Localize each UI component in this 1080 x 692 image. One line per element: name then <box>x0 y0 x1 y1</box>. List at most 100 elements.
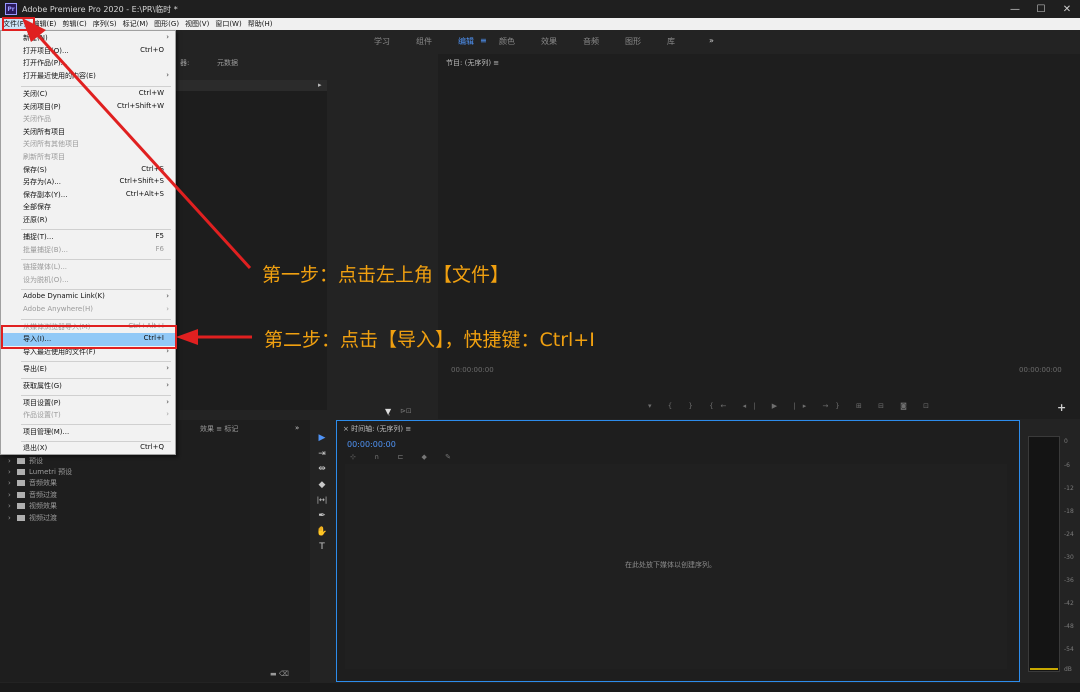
razor-tool-icon[interactable]: ◆ <box>316 479 328 491</box>
status-bar <box>0 683 1080 692</box>
program-timecode-left[interactable]: 00:00:00:00 <box>451 366 494 374</box>
annotation-step1-text: 第一步：点击左上角【文件】 <box>262 264 510 286</box>
effects-folder-video-transitions[interactable]: › 视频过渡 <box>8 513 57 523</box>
menu-graphics[interactable]: 图形(G) <box>151 18 182 30</box>
menu-separator <box>21 319 171 320</box>
workspace-tab-editing[interactable]: 编辑 <box>458 36 474 47</box>
menu-bar: 文件(F) 编辑(E) 剪辑(C) 序列(S) 标记(M) 图形(G) 视图(V… <box>0 18 1080 30</box>
source-list-area <box>170 80 327 410</box>
menu-item-get-properties[interactable]: 获取属性(G) › <box>1 380 175 393</box>
meter-tick: -54 <box>1064 646 1074 653</box>
menu-item-open-recent[interactable]: 打开最近使用的内容(E) › <box>1 70 175 83</box>
ripple-edit-tool-icon[interactable]: ⇹ <box>316 463 328 475</box>
effects-panel-tabs[interactable]: 效果 ≡ 标记 <box>200 424 238 434</box>
track-select-tool-icon[interactable]: ⇥ <box>316 448 328 460</box>
menu-separator <box>21 289 171 290</box>
workspace-tab-graphics[interactable]: 图形 <box>625 36 641 47</box>
selection-tool-icon[interactable]: ▶ <box>316 432 328 444</box>
menu-item-capture[interactable]: 捕捉(T)... F5 <box>1 231 175 244</box>
workspace-tab-learn[interactable]: 学习 <box>374 36 390 47</box>
menu-item-export[interactable]: 导出(E) › <box>1 363 175 376</box>
menu-item-close-production: 关闭作品 <box>23 115 51 123</box>
workspace-tab-effects[interactable]: 效果 <box>541 36 557 47</box>
menu-item-revert[interactable]: 还原(R) <box>1 214 175 227</box>
workspace-tab-color[interactable]: 颜色 <box>499 36 515 47</box>
new-bin-icon[interactable]: ▬ ⌫ <box>270 670 289 678</box>
menu-item-open-production[interactable]: 打开作品(P)... <box>1 57 175 70</box>
menu-separator <box>21 424 171 425</box>
effects-panel <box>0 420 310 682</box>
menu-item-link-media: 链接媒体(L)... <box>23 263 68 271</box>
workspace-tab-audio[interactable]: 音频 <box>583 36 599 47</box>
effects-folder-audio-transitions[interactable]: › 音频过渡 <box>8 490 57 500</box>
close-button[interactable]: ✕ <box>1054 0 1080 18</box>
menu-item-close[interactable]: 关闭(C) Ctrl+W <box>1 88 175 101</box>
menu-sequence[interactable]: 序列(S) <box>90 18 120 30</box>
premiere-logo-icon: Pr <box>5 3 17 15</box>
program-timecode-right: 00:00:00:00 <box>1019 366 1062 374</box>
effects-folder-audio-effects[interactable]: › 音频效果 <box>8 478 57 488</box>
transport-controls[interactable]: ▾ { } {← ◂| ▶ |▸ →} ⊞ ⊟ ◙ ⊡ <box>648 402 936 410</box>
menu-separator <box>21 378 171 379</box>
menu-help[interactable]: 帮助(H) <box>245 18 276 30</box>
menu-item-batch-capture: 批量捕捉(B)... F6 <box>23 245 164 254</box>
meter-tick: -18 <box>1064 508 1074 515</box>
menu-separator <box>21 361 171 362</box>
menu-item-make-offline: 设为脱机(O)... <box>23 276 69 284</box>
annotation-step2-text: 第二步：点击【导入】，快捷键：Ctrl+I <box>264 329 595 351</box>
menu-view[interactable]: 视图(V) <box>182 18 212 30</box>
menu-clip[interactable]: 剪辑(C) <box>59 18 89 30</box>
program-monitor-title[interactable]: 节目: (无序列) ≡ <box>446 58 499 68</box>
menu-markers[interactable]: 标记(M) <box>120 18 152 30</box>
annotation-highlight-import <box>1 325 177 349</box>
effects-folder-presets[interactable]: › 预设 <box>8 456 43 466</box>
folder-icon <box>17 503 26 509</box>
effects-folder-lumetri[interactable]: › Lumetri 预设 <box>8 467 72 477</box>
menu-window[interactable]: 窗口(W) <box>212 18 244 30</box>
meter-tick: -30 <box>1064 554 1074 561</box>
workspace-tab-assembly[interactable]: 组件 <box>416 36 432 47</box>
chevron-right-icon[interactable]: ▸ <box>318 81 322 89</box>
filter-icon[interactable]: ▼̣ <box>385 407 391 416</box>
pen-tool-icon[interactable]: ✒ <box>316 510 328 522</box>
folder-icon <box>17 492 26 498</box>
settings-icon[interactable]: ⊳⊡ <box>400 407 412 415</box>
menu-item-close-other-projects: 关闭所有其他项目 <box>23 140 79 148</box>
type-tool-icon[interactable]: T <box>316 541 328 553</box>
menu-item-project-manager[interactable]: 项目管理(M)... <box>1 426 175 439</box>
add-button[interactable]: + <box>1057 401 1066 414</box>
premiere-window: Pr Adobe Premiere Pro 2020 - E:\PR\临时 * … <box>0 0 1080 692</box>
slip-tool-icon[interactable]: |↔| <box>316 494 328 506</box>
hand-tool-icon[interactable]: ✋ <box>316 526 328 538</box>
menu-item-new[interactable]: 新建(N) › <box>1 32 175 45</box>
meter-tick: -36 <box>1064 577 1074 584</box>
menu-separator <box>21 86 171 87</box>
meter-tick: -24 <box>1064 531 1074 538</box>
audio-meter-level <box>1030 668 1058 670</box>
menu-item-save-as[interactable]: 另存为(A)... Ctrl+Shift+S <box>1 176 175 189</box>
workspace-more-icon[interactable]: » <box>709 36 714 45</box>
timeline-drop-hint: 在此处放下媒体以创建序列。 <box>625 561 716 569</box>
folder-icon <box>17 480 26 486</box>
menu-item-anywhere: Adobe Anywhere(H) › <box>23 305 169 313</box>
workspace-menu-icon[interactable]: ≡ <box>480 36 487 45</box>
menu-item-production-settings: 作品设置(T) › <box>23 410 169 419</box>
menu-item-exit[interactable]: 退出(X) Ctrl+Q <box>1 442 175 455</box>
meter-tick: -12 <box>1064 485 1074 492</box>
timeline-timecode[interactable]: 00:00:00:00 <box>347 440 396 449</box>
menu-item-save-all[interactable]: 全部保存 <box>1 201 175 214</box>
program-monitor <box>438 54 1080 419</box>
meter-tick: -48 <box>1064 623 1074 630</box>
panel-tab-source[interactable]: 器: <box>180 58 189 68</box>
panel-more-icon[interactable]: » <box>295 424 299 432</box>
source-list-header <box>170 80 327 91</box>
workspace-tab-libraries[interactable]: 库 <box>667 36 675 47</box>
menu-item-dynamic-link[interactable]: Adobe Dynamic Link(K) › <box>1 291 175 304</box>
panel-tab-metadata[interactable]: 元数据 <box>217 58 238 68</box>
minimize-button[interactable]: — <box>1002 0 1028 18</box>
timeline-title[interactable]: × 时间轴: (无序列) ≡ <box>343 424 411 434</box>
timeline-toolbar[interactable]: ⊹ ∩ ⊏ ◆ ✎ <box>350 453 459 461</box>
effects-folder-video-effects[interactable]: › 视频效果 <box>8 501 57 511</box>
maximize-button[interactable]: ☐ <box>1028 0 1054 18</box>
file-menu-dropdown: 新建(N) › 打开项目(O)... Ctrl+O 打开作品(P)... 打开最近使… <box>0 30 176 455</box>
